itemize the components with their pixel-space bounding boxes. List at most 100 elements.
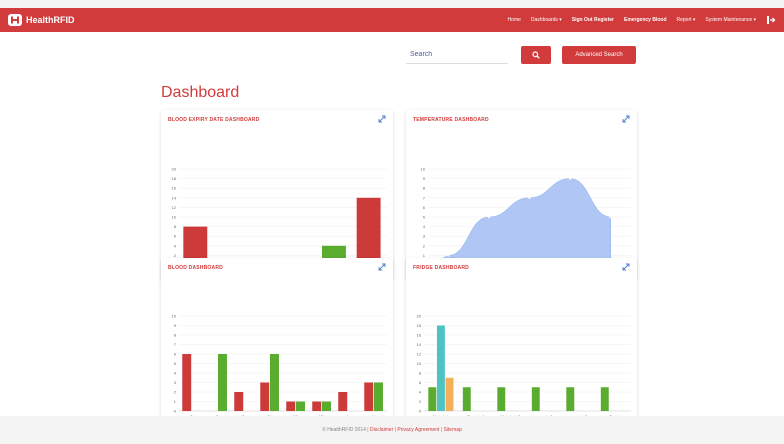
bar [182, 354, 192, 411]
y-tick-label: 4 [174, 371, 177, 376]
bar [600, 387, 609, 411]
bar [260, 382, 270, 411]
bar [364, 382, 374, 411]
y-tick-label: 20 [417, 314, 422, 319]
brand[interactable]: HealthRFID [8, 14, 75, 26]
y-tick-label: 0 [174, 409, 177, 414]
y-tick-label: 8 [174, 333, 177, 338]
y-tick-label: 6 [174, 352, 177, 357]
bar [374, 382, 383, 411]
y-tick-label: 9 [174, 323, 177, 328]
top-navbar: HealthRFID Home Dashboards ▾ Sign Out Re… [0, 8, 784, 32]
main-content: Advanced Search Dashboard BLOOD EXPIRY D… [0, 32, 784, 426]
fridge-chart: 20181614121086420Main LabRemote 1Main La… [417, 314, 631, 419]
y-tick-label: 18 [417, 323, 422, 328]
y-tick-label: 12 [417, 352, 422, 357]
health-logo-icon [8, 14, 22, 26]
bar [462, 387, 471, 411]
y-tick-label: 12 [172, 205, 177, 210]
bar [436, 325, 445, 411]
y-tick-label: 3 [174, 380, 177, 385]
bar [218, 354, 227, 411]
data-point [568, 177, 572, 180]
y-tick-label: 20 [172, 167, 177, 172]
y-tick-label: 10 [172, 314, 177, 319]
bar [286, 401, 296, 411]
search-icon [532, 51, 540, 59]
bar [445, 377, 454, 411]
y-tick-label: 5 [423, 215, 426, 220]
blood-chart: 109876543210O-O+B-B+AB-AB+A-A+ [172, 314, 387, 419]
footer-link-sitemap[interactable]: Sitemap [443, 427, 461, 433]
y-tick-label: 8 [423, 186, 426, 191]
y-tick-label: 7 [174, 342, 177, 347]
y-tick-label: 8 [419, 371, 422, 376]
y-tick-label: 2 [419, 399, 422, 404]
fridge-card: FRIDGE DASHBOARD 20181614121086420Main L… [406, 258, 637, 426]
temperature-chart: 1098765432102016-03-01 01:092016-03-01 0… [421, 167, 631, 273]
nav-item-emergency-blood[interactable]: Emergency Blood [624, 17, 667, 23]
footer-separator: | [440, 427, 443, 433]
y-tick-label: 16 [172, 186, 177, 191]
y-tick-label: 8 [174, 224, 177, 229]
nav-item-system-maintenance[interactable]: System Maintenance ▾ [705, 17, 756, 23]
logout-icon[interactable] [766, 15, 776, 25]
nav-item-report[interactable]: Report ▾ [677, 17, 696, 23]
y-tick-label: 7 [423, 195, 426, 200]
y-tick-label: 6 [419, 380, 422, 385]
blood-expiry-chart: 20181614121086420Expired12 hours1 day3 d… [172, 167, 387, 273]
bar [312, 401, 322, 411]
y-tick-label: 4 [174, 243, 177, 248]
y-tick-label: 0 [419, 409, 422, 414]
footer: © HealthRFID 2014 | Disclaimer | Privacy… [0, 416, 784, 444]
footer-copyright: © HealthRFID 2014 | [322, 427, 369, 433]
nav-menu: Home Dashboards ▾ Sign Out Register Emer… [508, 15, 776, 25]
temperature-card: TEMPERATURE DASHBOARD 1098765432102016-0… [406, 110, 637, 280]
y-tick-label: 10 [172, 215, 177, 220]
bar [531, 387, 540, 411]
y-tick-label: 14 [417, 342, 422, 347]
search-input[interactable] [406, 46, 508, 64]
data-point [528, 196, 531, 199]
y-tick-label: 3 [423, 234, 426, 239]
bar [322, 401, 331, 411]
temperature-area [427, 178, 611, 266]
y-tick-label: 10 [417, 361, 422, 366]
search-button[interactable] [521, 46, 551, 64]
footer-link-privacy[interactable]: Privacy Agreement [397, 427, 439, 433]
nav-item-sign-out-register[interactable]: Sign Out Register [572, 17, 614, 23]
advanced-search-button[interactable]: Advanced Search [562, 46, 636, 64]
footer-separator: | [394, 427, 397, 433]
bar [356, 197, 381, 265]
blood-expiry-card: BLOOD EXPIRY DATE DASHBOARD 20 18 16 14 12 10… [161, 110, 393, 280]
bar [270, 354, 279, 411]
footer-link-disclaimer[interactable]: Disclaimer [370, 427, 393, 433]
page-title: Dashboard [161, 84, 240, 101]
bar [338, 392, 348, 411]
y-tick-label: 10 [421, 167, 426, 172]
y-tick-label: 4 [419, 390, 422, 395]
data-point [447, 254, 450, 257]
blood-card: BLOOD DASHBOARD 109876543210O-O+B-B+AB-A… [161, 258, 393, 426]
y-tick-label: 2 [174, 390, 177, 395]
data-point [609, 215, 612, 219]
y-tick-label: 9 [423, 176, 426, 181]
bar [428, 387, 437, 411]
brand-name: HealthRFID [26, 15, 75, 25]
y-tick-label: 6 [423, 205, 426, 210]
y-tick-label: 14 [172, 195, 177, 200]
nav-item-dashboards[interactable]: Dashboards ▾ [531, 17, 562, 23]
data-point [487, 215, 491, 219]
bar [566, 387, 575, 411]
nav-item-home[interactable]: Home [508, 17, 521, 23]
y-tick-label: 16 [417, 333, 422, 338]
y-tick-label: 6 [174, 234, 177, 239]
bar [296, 401, 305, 411]
y-tick-label: 4 [423, 224, 426, 229]
bar [497, 387, 506, 411]
y-tick-label: 1 [174, 399, 177, 404]
y-tick-label: 18 [172, 176, 177, 181]
y-tick-label: 2 [423, 243, 426, 248]
bar [234, 392, 244, 411]
y-tick-label: 5 [174, 361, 177, 366]
